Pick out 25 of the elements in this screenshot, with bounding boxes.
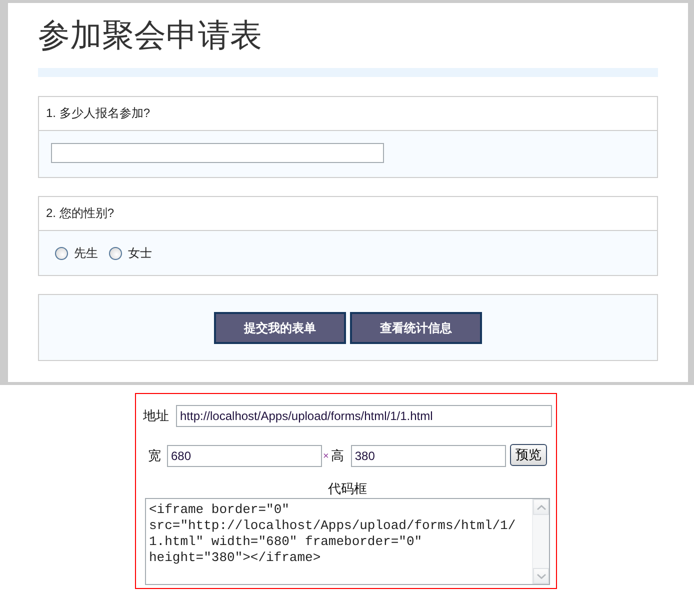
option-label[interactable]: 女士 (128, 244, 152, 262)
question-label: 1. 多少人报名参加? (46, 105, 150, 122)
height-field[interactable]: 380 (350, 445, 506, 467)
width-label: 宽 (148, 447, 161, 465)
times-sign: × (323, 450, 329, 462)
caret-up-icon (536, 504, 546, 510)
preview-button[interactable]: 预览 (510, 444, 547, 466)
width-field[interactable]: 680 (167, 445, 322, 467)
option-label[interactable]: 先生 (74, 244, 98, 262)
code-textarea[interactable]: <iframe border="0" src="http://localhost/Apps/upload/forms/html/1/1.html" width="680" frameborder="0" height="380"></iframe> (145, 498, 550, 585)
radio-button[interactable] (55, 246, 68, 260)
radio-button[interactable] (109, 246, 122, 260)
caret-down-icon (536, 574, 546, 578)
form-title: 参加聚会申请表 (38, 16, 263, 54)
question-label: 2. 您的性别? (46, 205, 114, 222)
height-label: 高 (330, 447, 344, 465)
address-field[interactable]: http://localhost/Apps/upload/forms/html/1/1.html (176, 405, 552, 427)
code-label: 代码框 (328, 481, 367, 496)
form-button[interactable]: 查看统计信息 (350, 312, 482, 344)
answer-field[interactable] (51, 143, 384, 163)
vertical-scrollbar[interactable] (532, 499, 549, 584)
address-label: 地址 (143, 407, 169, 425)
scroll-up-button[interactable] (533, 499, 549, 515)
scroll-down-button[interactable] (533, 568, 549, 584)
form-button[interactable]: 提交我的表单 (214, 312, 346, 344)
